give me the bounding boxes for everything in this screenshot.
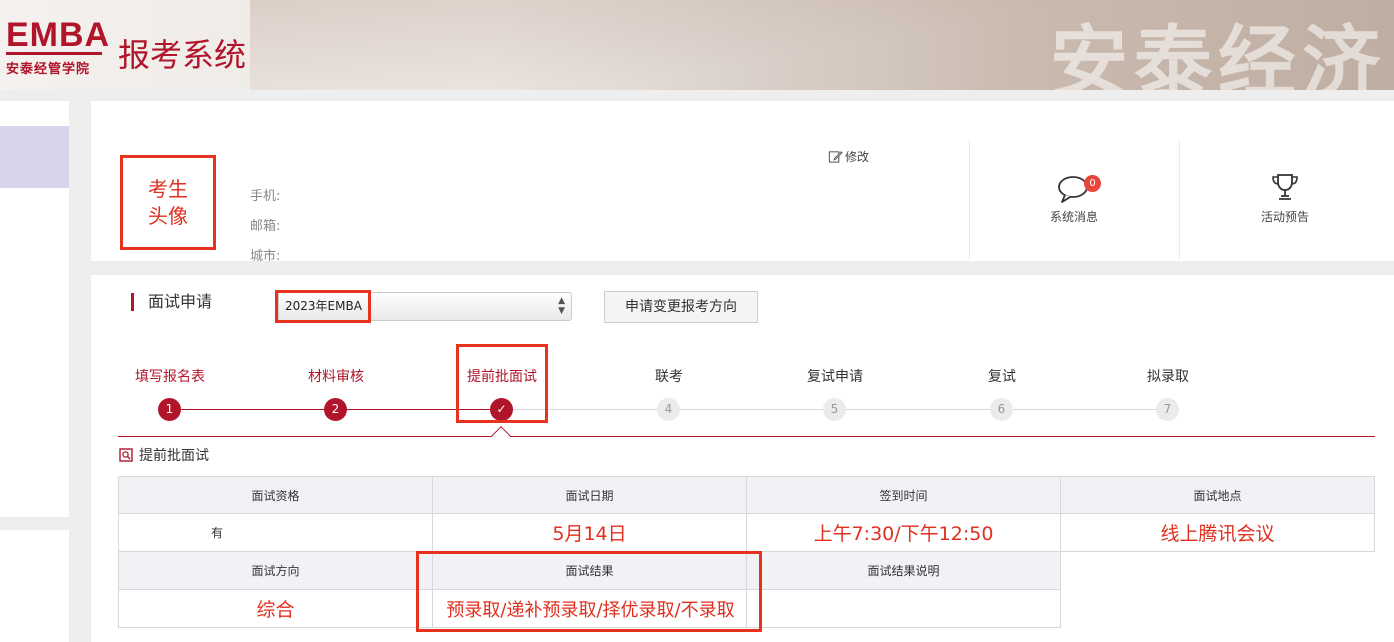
table-cell-checkin: 上午7:30/下午12:50 (746, 513, 1061, 552)
table-header-direction: 面试方向 (118, 551, 433, 590)
message-count-badge: 0 (1084, 175, 1101, 192)
system-title: 报考系统 (118, 36, 247, 74)
system-messages-button[interactable]: 0 系统消息 (1004, 170, 1144, 225)
table-cell-date: 5月14日 (432, 513, 747, 552)
page-header: 安泰经济 EMBA 安泰经管学院 报考系统 (0, 0, 1394, 90)
table-header-date: 面试日期 (432, 476, 747, 514)
select-arrows-icon: ▲ ▼ (558, 296, 565, 316)
sidebar-item-active[interactable] (0, 126, 69, 188)
avatar-text-2: 头像 (148, 203, 188, 228)
trophy-icon (1272, 174, 1298, 200)
step-dot-1[interactable]: 1 (158, 398, 181, 421)
interview-subtitle: 提前批面试 (119, 445, 209, 465)
change-direction-button[interactable]: 申请变更报考方向 (604, 291, 758, 323)
table-header-result-note: 面试结果说明 (746, 551, 1061, 590)
step-dot-2[interactable]: 2 (324, 398, 347, 421)
section-title: 面试申请 (131, 293, 212, 311)
step-label-2[interactable]: 材料审核 (276, 366, 396, 386)
table-header-checkin: 签到时间 (746, 476, 1061, 514)
email-label: 邮箱: (250, 219, 281, 234)
edit-profile-link[interactable]: 修改 (828, 148, 869, 165)
step-label-7[interactable]: 拟录取 (1108, 366, 1228, 386)
activity-preview-button[interactable]: 活动预告 (1215, 170, 1355, 225)
step-dot-7[interactable]: 7 (1156, 398, 1179, 421)
logo-subtitle: 安泰经管学院 (6, 62, 91, 77)
step-dot-5[interactable]: 5 (823, 398, 846, 421)
header-banner-text: 安泰经济 (1050, 17, 1387, 90)
table-cell-location: 线上腾讯会议 (1060, 513, 1375, 552)
table-header-location: 面试地点 (1060, 476, 1375, 514)
header-banner-shade (250, 0, 1150, 90)
avatar: 考生 头像 (120, 155, 216, 250)
activity-preview-label: 活动预告 (1260, 210, 1309, 224)
avatar-text-1: 考生 (148, 176, 188, 201)
annotation-highlight-year (275, 290, 371, 323)
step-label-6[interactable]: 复试 (942, 366, 1062, 386)
phone-label: 手机: (250, 189, 281, 204)
system-messages-label: 系统消息 (1049, 210, 1098, 224)
edit-label: 修改 (845, 150, 870, 164)
step-label-1[interactable]: 填写报名表 (110, 366, 230, 386)
emba-logo[interactable]: EMBA 安泰经管学院 (6, 16, 111, 77)
profile-card (91, 101, 1394, 261)
annotation-highlight-step (456, 344, 548, 423)
tab-underline (118, 436, 1375, 437)
table-cell-qualification: 有 (118, 513, 433, 552)
table-cell-direction: 综合 (118, 589, 433, 628)
interview-subtitle-text: 提前批面试 (139, 448, 209, 464)
annotation-highlight-result (416, 551, 762, 632)
sidebar-panel-lower (0, 530, 69, 642)
step-label-5[interactable]: 复试申请 (775, 366, 895, 386)
profile-divider (969, 140, 970, 260)
step-dot-6[interactable]: 6 (990, 398, 1013, 421)
search-document-icon (119, 448, 133, 462)
city-label: 城市: (250, 249, 281, 264)
logo-mark: EMBA (6, 16, 111, 54)
step-label-4[interactable]: 联考 (609, 366, 729, 386)
profile-divider (1179, 140, 1180, 260)
edit-icon (828, 151, 843, 163)
step-dot-4[interactable]: 4 (657, 398, 680, 421)
table-header-qualification: 面试资格 (118, 476, 433, 514)
table-cell-result-note (746, 589, 1061, 628)
